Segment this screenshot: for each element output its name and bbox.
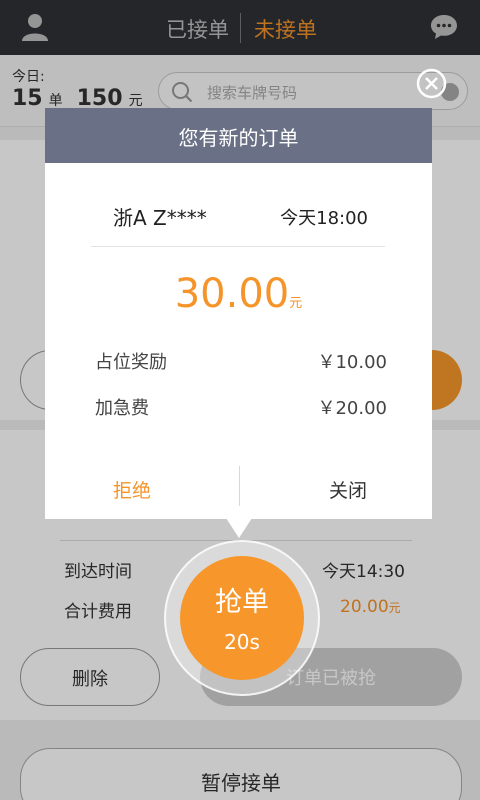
dialog-divider bbox=[91, 246, 385, 247]
fee-value-urgent: ￥20.00 bbox=[317, 398, 387, 419]
grab-order-label: 抢单 bbox=[215, 587, 269, 618]
close-button[interactable]: 关闭 bbox=[329, 476, 367, 503]
order-amount-unit: 元 bbox=[289, 296, 303, 311]
dialog-header: 您有新的订单 bbox=[45, 108, 432, 163]
grab-countdown: 20s bbox=[224, 630, 260, 654]
grab-order-button[interactable]: 抢单 20s bbox=[180, 556, 304, 680]
dialog-pointer bbox=[226, 518, 252, 538]
fee-value-parking-reward: ￥10.00 bbox=[317, 352, 387, 373]
order-amount: 30.00元 bbox=[45, 271, 432, 317]
fee-label-urgent: 加急费 bbox=[95, 398, 149, 419]
new-order-dialog: 您有新的订单 浙A Z**** 今天18:00 30.00元 占位奖励 ￥10.… bbox=[45, 108, 432, 519]
license-plate: 浙A Z**** bbox=[113, 206, 207, 230]
fee-label-parking-reward: 占位奖励 bbox=[95, 352, 167, 373]
order-amount-value: 30.00 bbox=[174, 271, 290, 317]
dialog-title: 您有新的订单 bbox=[178, 126, 299, 150]
close-icon[interactable] bbox=[416, 68, 447, 99]
order-time: 今天18:00 bbox=[280, 208, 368, 229]
reject-button[interactable]: 拒绝 bbox=[113, 476, 151, 503]
dialog-button-divider bbox=[239, 466, 240, 506]
